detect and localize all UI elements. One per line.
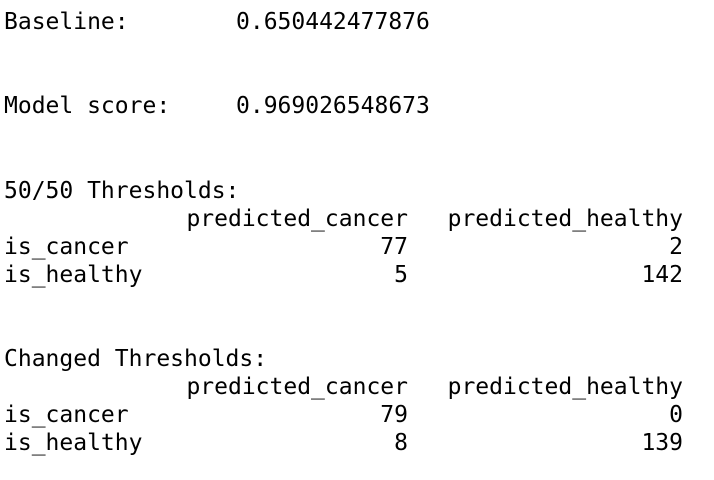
column-header-predicted-cancer: predicted_cancer [186,206,408,232]
table-cell: 2 [669,234,683,260]
column-header-predicted-healthy: predicted_healthy [447,374,683,400]
model-score-value: 0.969026548673 [236,93,430,119]
table-title: 50/50 Thresholds: [4,178,240,204]
column-header-predicted-healthy: predicted_healthy [447,206,683,232]
table-title: Changed Thresholds: [4,346,268,372]
table-cell: 5 [394,262,408,288]
table-cell: 8 [394,430,408,456]
row-label-is-healthy: is_healthy [4,430,143,456]
column-header-predicted-cancer: predicted_cancer [186,374,408,400]
table-cell: 142 [641,262,683,288]
baseline-value: 0.650442477876 [236,9,430,35]
table-cell: 139 [641,430,683,456]
row-label-is-healthy: is_healthy [4,262,143,288]
table-cell: 77 [380,234,408,260]
table-cell: 0 [669,402,683,428]
row-label-is-cancer: is_cancer [4,234,129,260]
model-score-label: Model score: [4,93,171,119]
table-cell: 79 [380,402,408,428]
baseline-label: Baseline: [4,9,129,35]
row-label-is-cancer: is_cancer [4,402,129,428]
